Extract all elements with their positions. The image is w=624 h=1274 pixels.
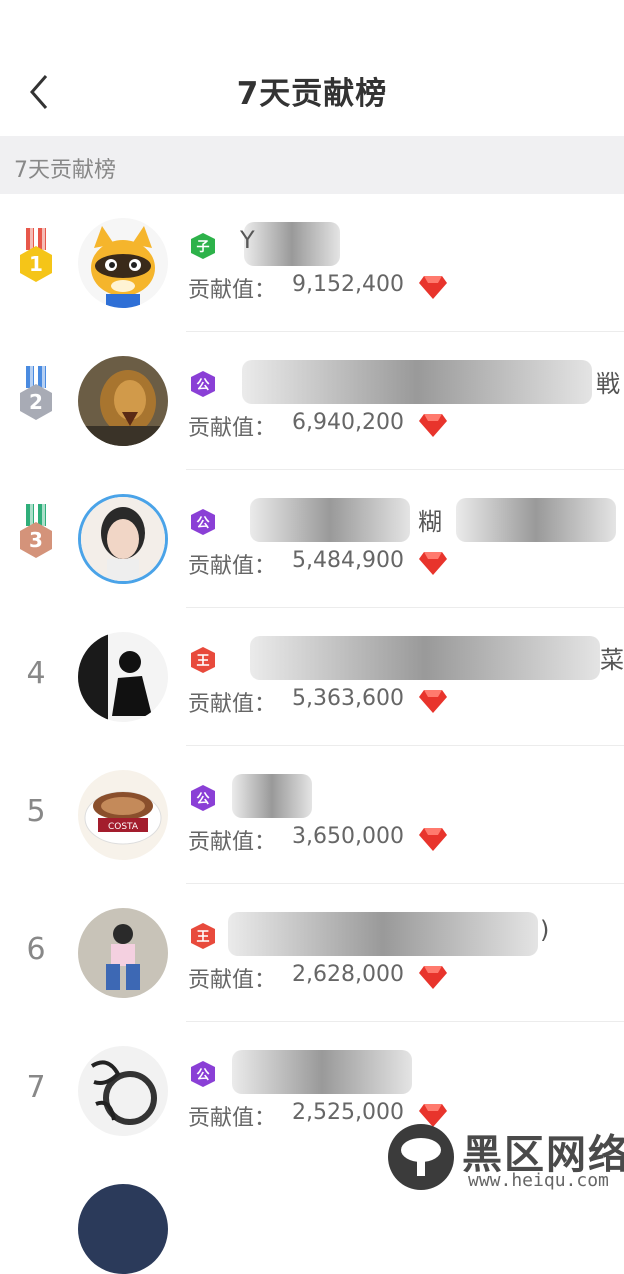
gem-icon (419, 690, 447, 713)
redacted-name (232, 774, 312, 818)
redacted-name (250, 498, 410, 542)
gem-icon (419, 828, 447, 851)
watermark-url: www.heiqu.com (468, 1170, 609, 1191)
username: ) (540, 916, 550, 944)
avatar[interactable] (78, 1046, 168, 1136)
watermark-logo-icon (388, 1124, 454, 1190)
contribution-label: 贡献值： (188, 416, 277, 441)
gem-icon (419, 414, 447, 437)
list-item[interactable]: 1 子 Y 贡献值： 9,152,400 (0, 194, 624, 332)
list-item[interactable]: 2 公 戦 贡献值： 6,940,200 (0, 332, 624, 470)
list-item[interactable]: 5 COSTA 公 贡献值： 3,650,000 (0, 746, 624, 884)
redacted-name (244, 222, 340, 266)
redacted-name (250, 636, 600, 680)
bronze-medal-icon: 3 (20, 504, 52, 558)
section-header: 7天贡献榜 (0, 136, 624, 194)
contribution-label: 贡献值： (188, 692, 277, 717)
level-badge: 公 (190, 1060, 216, 1088)
level-badge: 公 (190, 508, 216, 536)
contribution-value: 9,152,400 (292, 272, 404, 297)
contribution-label: 贡献值： (188, 830, 277, 855)
gold-medal-icon: 1 (20, 228, 52, 282)
avatar[interactable] (78, 908, 168, 998)
redacted-name (456, 498, 616, 542)
level-badge: 子 (190, 232, 216, 260)
silver-medal-icon: 2 (20, 366, 52, 420)
level-badge: 公 (190, 784, 216, 812)
svg-text:2: 2 (29, 390, 43, 414)
rank-number: 7 (26, 1070, 46, 1105)
avatar[interactable]: COSTA (78, 770, 168, 860)
section-label: 7天贡献榜 (14, 158, 116, 183)
contribution-label: 贡献值： (188, 278, 277, 303)
watermark: 黑区网络 www.heiqu.com (388, 1120, 624, 1195)
redacted-name (232, 1050, 412, 1094)
username: 戦 (596, 370, 620, 398)
contribution-label: 贡献值： (188, 1106, 277, 1131)
rank-number: 6 (26, 932, 46, 967)
avatar[interactable] (78, 1184, 168, 1274)
redacted-name (228, 912, 538, 956)
page-title: 7天贡献榜 (236, 76, 388, 112)
contribution-value: 3,650,000 (292, 824, 404, 849)
list-item[interactable]: 3 公 糊 贡献值： 5,484,900 (0, 470, 624, 608)
avatar[interactable] (78, 632, 168, 722)
username: 菜 (600, 646, 624, 674)
gem-icon (419, 966, 447, 989)
contribution-value: 2,628,000 (292, 962, 404, 987)
contribution-value: 5,363,600 (292, 686, 404, 711)
avatar[interactable] (78, 218, 168, 308)
top-bar: 7天贡献榜 (0, 0, 624, 136)
level-badge: 王 (190, 646, 216, 674)
username: 糊 (418, 508, 442, 536)
avatar[interactable] (78, 356, 168, 446)
rank-number: 4 (26, 656, 46, 691)
list-item[interactable]: 6 王 ) 贡献值： 2,628,000 (0, 884, 624, 1022)
level-badge: 公 (190, 370, 216, 398)
svg-text:3: 3 (29, 528, 43, 552)
gem-icon (419, 276, 447, 299)
level-badge: 王 (190, 922, 216, 950)
svg-text:COSTA: COSTA (108, 822, 139, 832)
redacted-name (242, 360, 592, 404)
contribution-value: 5,484,900 (292, 548, 404, 573)
list-item[interactable]: 4 王 菜 贡献值： 5,363,600 (0, 608, 624, 746)
contribution-value: 6,940,200 (292, 410, 404, 435)
avatar[interactable] (78, 494, 168, 584)
rank-number: 5 (26, 794, 46, 829)
svg-text:1: 1 (29, 252, 43, 276)
contribution-label: 贡献值： (188, 968, 277, 993)
gem-icon (419, 552, 447, 575)
contribution-label: 贡献值： (188, 554, 277, 579)
